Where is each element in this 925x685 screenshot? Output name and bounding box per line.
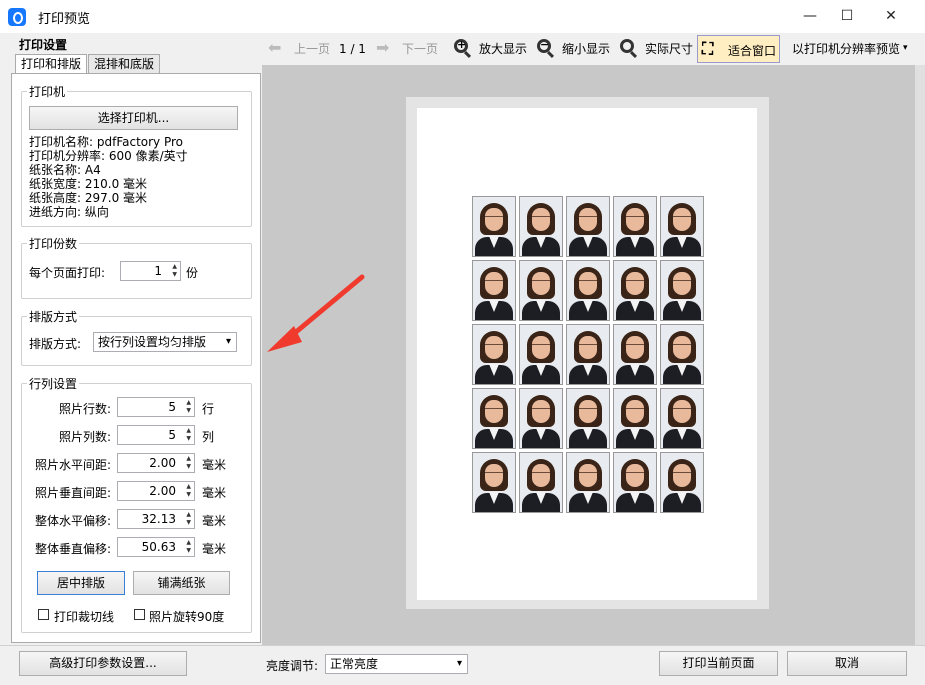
- print-current-page-button[interactable]: 打印当前页面: [659, 651, 778, 676]
- fit-window-icon: ⛶: [702, 39, 714, 58]
- advanced-settings-button[interactable]: 高级打印参数设置...: [19, 651, 187, 676]
- id-photo: [660, 260, 704, 321]
- fit-window-label: 适合窗口: [728, 44, 777, 58]
- id-photo: [660, 388, 704, 449]
- copies-label: 每个页面打印:: [29, 266, 106, 280]
- vgap-label: 照片垂直间距:: [34, 486, 111, 500]
- printer-name: 打印机名称: pdfFactory Pro: [29, 135, 184, 149]
- zoom-in-button[interactable]: 放大显示: [479, 33, 527, 65]
- actual-size-button[interactable]: 实际尺寸: [645, 33, 693, 65]
- grid-group-label: 行列设置: [27, 375, 80, 392]
- cols-label: 照片列数:: [58, 430, 111, 444]
- grid-group: [21, 383, 252, 633]
- scrollbar[interactable]: [915, 65, 925, 645]
- voffset-unit: 毫米: [202, 542, 227, 556]
- hgap-unit: 毫米: [202, 458, 227, 472]
- preview-mode-dropdown[interactable]: 以打印机分辨率预览: [792, 33, 900, 65]
- printer-resolution: 打印机分辨率: 600 像素/英寸: [29, 149, 188, 163]
- hoffset-unit: 毫米: [202, 514, 227, 528]
- cut-lines-checkbox[interactable]: [38, 609, 49, 620]
- panel-heading: 打印设置: [19, 38, 68, 52]
- select-printer-button[interactable]: 选择打印机...: [29, 106, 238, 130]
- id-photo: [566, 196, 610, 257]
- voffset-stepper[interactable]: 50.63: [117, 537, 195, 557]
- id-photo: [472, 452, 516, 513]
- feed-direction: 进纸方向: 纵向: [29, 205, 109, 219]
- copies-group-label: 打印份数: [27, 235, 80, 252]
- actual-size-icon: [620, 39, 634, 53]
- cancel-button[interactable]: 取消: [787, 651, 907, 676]
- zoom-out-button[interactable]: 缩小显示: [562, 33, 610, 65]
- layout-group-label: 排版方式: [27, 308, 80, 325]
- paper-height: 纸张高度: 297.0 毫米: [29, 191, 148, 205]
- center-layout-button[interactable]: 居中排版: [37, 571, 125, 595]
- tab-print-layout[interactable]: 打印和排版: [15, 54, 88, 75]
- id-photo: [613, 324, 657, 385]
- id-photo: [566, 388, 610, 449]
- next-page-icon: ➡: [376, 38, 390, 57]
- chevron-down-icon: ▾: [903, 43, 908, 53]
- brightness-label: 亮度调节:: [266, 659, 319, 673]
- tab-mix-background[interactable]: 混排和底版: [88, 54, 161, 74]
- prev-page-button[interactable]: 上一页: [294, 33, 330, 65]
- id-photo: [519, 196, 563, 257]
- printer-group-label: 打印机: [27, 83, 68, 100]
- cols-unit: 列: [202, 430, 215, 444]
- id-photo: [472, 196, 516, 257]
- id-photo: [472, 388, 516, 449]
- vgap-stepper[interactable]: 2.00: [117, 481, 195, 501]
- hgap-stepper[interactable]: 2.00: [117, 453, 195, 473]
- zoom-in-icon: +: [454, 38, 468, 53]
- id-photo: [519, 388, 563, 449]
- id-photo: [566, 324, 610, 385]
- paper-name: 纸张名称: A4: [29, 163, 101, 177]
- hoffset-stepper[interactable]: 32.13: [117, 509, 195, 529]
- rotate-label: 照片旋转90度: [149, 610, 225, 624]
- id-photo: [519, 452, 563, 513]
- cols-stepper[interactable]: 5: [117, 425, 195, 445]
- layout-label: 排版方式:: [29, 337, 82, 351]
- window-title: 打印预览: [38, 12, 91, 27]
- hgap-label: 照片水平间距:: [34, 458, 111, 472]
- zoom-out-icon: −: [537, 38, 551, 53]
- next-page-button[interactable]: 下一页: [402, 33, 438, 65]
- cut-lines-label: 打印裁切线: [54, 610, 115, 624]
- copies-unit: 份: [186, 266, 199, 280]
- prev-page-icon: ⬅: [268, 38, 282, 57]
- id-photo: [472, 260, 516, 321]
- id-photo: [566, 452, 610, 513]
- rows-unit: 行: [202, 402, 215, 416]
- fit-window-button[interactable]: ⛶ 适合窗口: [697, 35, 780, 63]
- layout-select[interactable]: 按行列设置均匀排版: [93, 332, 237, 352]
- annotation-arrow: [267, 274, 365, 352]
- voffset-label: 整体垂直偏移:: [34, 542, 111, 556]
- close-button[interactable]: ✕: [868, 0, 914, 33]
- id-photo: [613, 388, 657, 449]
- title-bar: 打印预览 — ☐ ✕: [0, 0, 925, 33]
- id-photo: [660, 452, 704, 513]
- copies-stepper[interactable]: 1: [120, 261, 181, 281]
- brightness-select[interactable]: 正常亮度: [325, 654, 468, 674]
- fill-paper-button[interactable]: 铺满纸张: [133, 571, 230, 595]
- id-photo: [613, 196, 657, 257]
- hoffset-label: 整体水平偏移:: [34, 514, 111, 528]
- id-photo: [566, 260, 610, 321]
- id-photo: [519, 324, 563, 385]
- rows-label: 照片行数:: [58, 402, 111, 416]
- id-photo: [660, 196, 704, 257]
- page-indicator: 1 / 1: [339, 42, 366, 56]
- rows-stepper[interactable]: 5: [117, 397, 195, 417]
- id-photo: [519, 260, 563, 321]
- app-icon: [8, 8, 26, 26]
- maximize-button[interactable]: ☐: [824, 0, 870, 33]
- rotate-checkbox[interactable]: [134, 609, 145, 620]
- id-photo: [660, 324, 704, 385]
- id-photo: [613, 452, 657, 513]
- paper-width: 纸张宽度: 210.0 毫米: [29, 177, 148, 191]
- id-photo: [613, 260, 657, 321]
- id-photo: [472, 324, 516, 385]
- vgap-unit: 毫米: [202, 486, 227, 500]
